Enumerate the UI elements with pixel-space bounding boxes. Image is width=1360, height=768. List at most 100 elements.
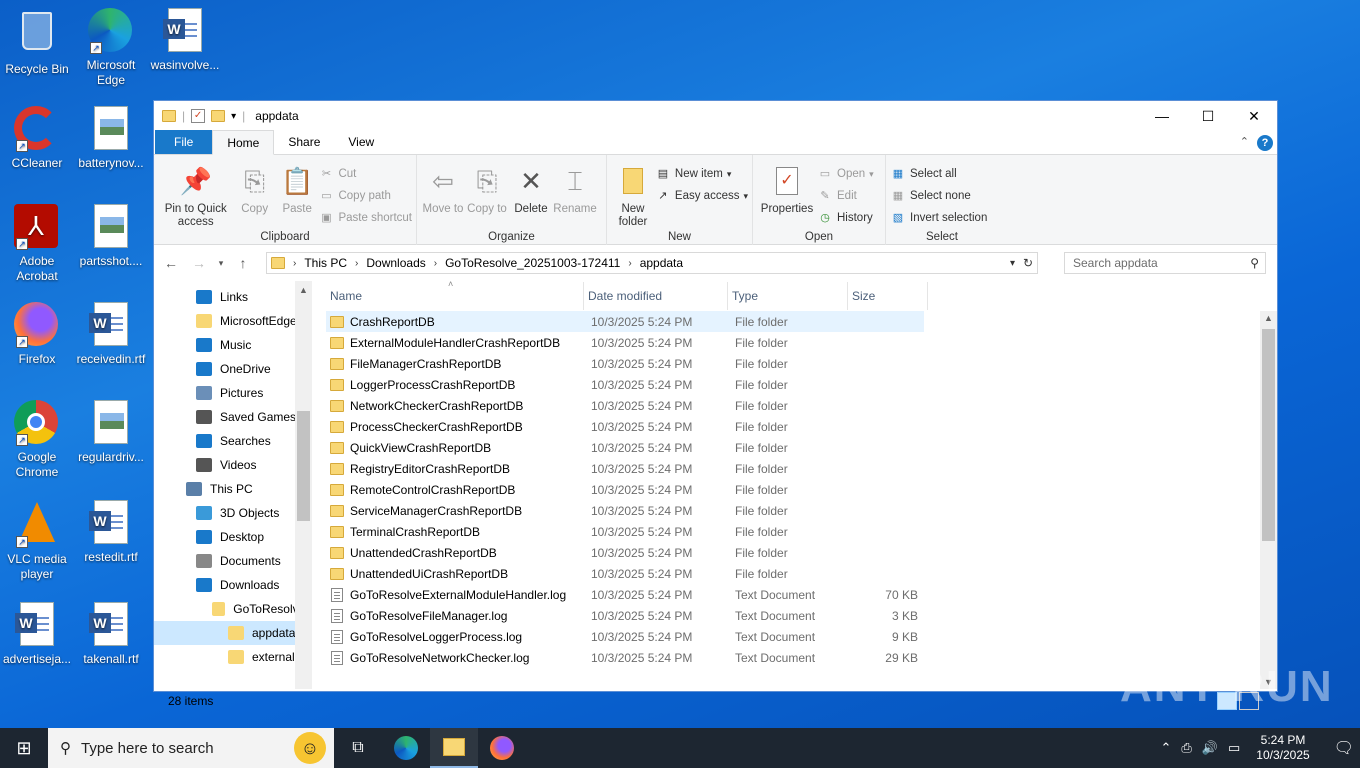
taskbar-firefox[interactable] <box>478 728 526 768</box>
breadcrumb-appdata[interactable]: appdata <box>640 256 683 270</box>
copy-path-button[interactable]: ▭ Copy path <box>318 187 412 205</box>
close-button[interactable]: ✕ <box>1231 101 1277 131</box>
desktop-icon-image-file[interactable]: batterynov... <box>74 106 148 171</box>
folder-row[interactable]: UnattendedCrashReportDB 10/3/2025 5:24 PM… <box>326 542 1277 563</box>
column-type[interactable]: Type <box>728 282 848 310</box>
start-button[interactable]: ⊞ <box>0 728 48 768</box>
nav-item-this-pc[interactable]: This PC <box>154 477 312 501</box>
folder-row[interactable]: ProcessCheckerCrashReportDB 10/3/2025 5:2… <box>326 416 1277 437</box>
desktop-icon-word-doc[interactable]: W advertiseja... <box>0 602 74 667</box>
nav-item-gotoresolve[interactable]: GoToResolve_ <box>154 597 312 621</box>
desktop-icon-chrome[interactable]: ↗ Google Chrome <box>0 400 74 480</box>
folder-row[interactable]: CrashReportDB 10/3/2025 5:24 PM File folde… <box>326 311 924 332</box>
task-view-button[interactable]: ⧉ <box>334 728 382 768</box>
column-name[interactable]: Name <box>326 282 584 310</box>
folder-row[interactable]: TerminalCrashReportDB 10/3/2025 5:24 PM Fi… <box>326 521 1277 542</box>
customize-toolbar-icon[interactable]: ▾ <box>231 111 236 122</box>
select-all-button[interactable]: ▦ Select all <box>890 165 987 183</box>
file-list-scrollbar[interactable]: ▲ ▼ <box>1260 311 1277 689</box>
nav-item-downloads[interactable]: Downloads <box>154 573 312 597</box>
edit-button[interactable]: ✎ Edit <box>817 187 874 205</box>
nav-item-links[interactable]: Links <box>154 285 312 309</box>
file-row[interactable]: GoToResolveFileManager.log 10/3/2025 5:24… <box>326 605 1277 626</box>
desktop-icon-edge[interactable]: ↗ Microsoft Edge <box>74 8 148 88</box>
tab-view[interactable]: View <box>334 130 388 154</box>
file-row[interactable]: GoToResolveLoggerProcess.log 10/3/2025 5:… <box>326 626 1277 647</box>
desktop-icon-acrobat[interactable]: ⅄ ↗ Adobe Acrobat <box>0 204 74 284</box>
tab-home[interactable]: Home <box>212 130 275 155</box>
folder-row[interactable]: LoggerProcessCrashReportDB 10/3/2025 5:24… <box>326 374 1277 395</box>
clock[interactable]: 5:24 PM 10/3/2025 <box>1256 733 1309 763</box>
cut-button[interactable]: ✂ Cut <box>318 165 412 183</box>
search-input[interactable]: Search appdata ⚲ <box>1064 252 1266 274</box>
desktop-icon-vlc[interactable]: ↗ VLC media player <box>0 500 74 582</box>
file-row[interactable]: GoToResolveExternalModuleHandler.log 10/3… <box>326 584 1277 605</box>
tab-share[interactable]: Share <box>274 130 334 154</box>
address-dropdown-icon[interactable]: ▾ <box>1010 258 1015 269</box>
folder-row[interactable]: RemoteControlCrashReportDB 10/3/2025 5:24… <box>326 479 1277 500</box>
properties-quick-icon[interactable]: ✓ <box>191 109 206 123</box>
up-arrow-icon[interactable]: ↑ <box>232 255 254 271</box>
recent-locations-chevron-icon[interactable]: ▾ <box>216 258 226 269</box>
folder-row[interactable]: FileManagerCrashReportDB 10/3/2025 5:24 P… <box>326 353 1277 374</box>
folder-row[interactable]: QuickViewCrashReportDB 10/3/2025 5:24 PM F… <box>326 437 1277 458</box>
scroll-up-arrow-icon[interactable]: ▲ <box>1264 313 1273 323</box>
nav-item-pictures[interactable]: Pictures <box>154 381 312 405</box>
invert-selection-button[interactable]: ▧ Invert selection <box>890 209 988 227</box>
nav-item-appdata[interactable]: appdata <box>154 621 312 645</box>
column-size[interactable]: Size <box>848 282 928 310</box>
nav-item-externalmo[interactable]: externalmo <box>154 645 312 669</box>
desktop-icon-ccleaner[interactable]: ↗ CCleaner <box>0 106 74 171</box>
select-none-button[interactable]: ▦ Select none <box>890 187 987 205</box>
network-icon[interactable]: ⎙ <box>1181 740 1191 756</box>
desktop-icon-image-file[interactable]: partsshot.... <box>74 204 148 269</box>
minimize-button[interactable]: — <box>1139 101 1185 131</box>
volume-icon[interactable]: 🔊 <box>1202 740 1218 756</box>
nav-item-desktop[interactable]: Desktop <box>154 525 312 549</box>
collapse-ribbon-icon[interactable]: ⌃ <box>1240 135 1249 148</box>
nav-item-saved-games[interactable]: Saved Games <box>154 405 312 429</box>
desktop-icon-word-doc[interactable]: W receivedin.rtf <box>74 302 148 367</box>
help-icon[interactable]: ? <box>1257 135 1273 151</box>
folder-row[interactable]: UnattendedUiCrashReportDB 10/3/2025 5:24 … <box>326 563 1277 584</box>
nav-scrollbar[interactable]: ▲ <box>295 281 312 689</box>
nav-item-onedrive[interactable]: OneDrive <box>154 357 312 381</box>
desktop-icon-word-doc[interactable]: W restedit.rtf <box>74 500 148 565</box>
folder-row[interactable]: RegistryEditorCrashReportDB 10/3/2025 5:2… <box>326 458 1277 479</box>
nav-item-documents[interactable]: Documents <box>154 549 312 573</box>
desktop-icon-firefox[interactable]: ↗ Firefox <box>0 302 74 367</box>
tab-file[interactable]: File <box>155 130 213 154</box>
forward-arrow-icon[interactable]: → <box>188 255 210 271</box>
nav-item-3d-objects[interactable]: 3D Objects <box>154 501 312 525</box>
easy-access-button[interactable]: ↗ Easy access ▾ <box>655 187 748 205</box>
folder-row[interactable]: NetworkCheckerCrashReportDB 10/3/2025 5:2… <box>326 395 1277 416</box>
new-item-button[interactable]: ▤ New item ▾ <box>655 165 748 183</box>
taskbar-file-explorer[interactable] <box>430 728 478 768</box>
nav-scrollbar-thumb[interactable] <box>297 411 310 521</box>
new-folder-quick-icon[interactable] <box>211 110 226 122</box>
desktop-icon-image-file[interactable]: regulardriv... <box>74 400 148 465</box>
desktop-icon-word-doc[interactable]: W takenall.rtf <box>74 602 148 667</box>
nav-item-videos[interactable]: Videos <box>154 453 312 477</box>
breadcrumb-this-pc[interactable]: This PC <box>304 256 347 270</box>
history-button[interactable]: ◷ History <box>817 209 874 227</box>
maximize-button[interactable]: ☐ <box>1185 101 1231 131</box>
nav-item-music[interactable]: Music <box>154 333 312 357</box>
desktop-icon-recycle-bin[interactable]: Recycle Bin <box>0 8 74 77</box>
folder-row[interactable]: ServiceManagerCrashReportDB 10/3/2025 5:2… <box>326 500 1277 521</box>
desktop-icon-word-doc[interactable]: W wasinvolve... <box>148 8 222 73</box>
nav-item-microsoftedge[interactable]: MicrosoftEdge <box>154 309 312 333</box>
open-button[interactable]: ▭ Open ▾ <box>817 165 874 183</box>
file-list-scrollbar-thumb[interactable] <box>1262 329 1275 541</box>
show-hidden-icons-icon[interactable]: ⌃ <box>1161 740 1172 756</box>
refresh-icon[interactable]: ↻ <box>1023 256 1033 270</box>
nav-item-searches[interactable]: Searches <box>154 429 312 453</box>
back-arrow-icon[interactable]: ← <box>160 255 182 271</box>
breadcrumb-gotoresolve[interactable]: GoToResolve_20251003-172411 <box>445 256 620 270</box>
input-indicator-icon[interactable]: ▭ <box>1228 740 1240 756</box>
paste-shortcut-button[interactable]: ▣ Paste shortcut <box>318 209 412 227</box>
address-bar[interactable]: › This PC › Downloads › GoToResolve_2025… <box>266 252 1038 274</box>
taskbar-search[interactable]: ⚲ Type here to search ☺ <box>48 728 334 768</box>
scroll-up-arrow-icon[interactable]: ▲ <box>299 285 308 295</box>
notifications-icon[interactable]: 🗨 <box>1334 738 1354 758</box>
